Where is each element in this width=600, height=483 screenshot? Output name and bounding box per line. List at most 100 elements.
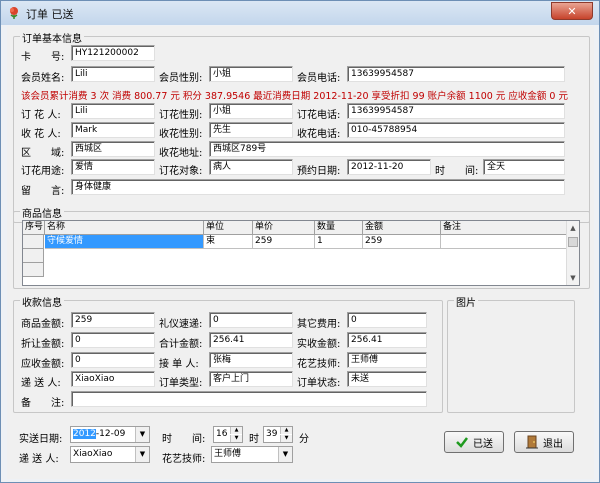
reserve-date-label: 预约日期: (297, 166, 341, 177)
member-gender-field[interactable]: 小姐 (209, 66, 293, 82)
reserve-time-label: 时 间: (435, 166, 479, 177)
card-no-field[interactable]: HY121200002 (71, 45, 155, 61)
payment-title: 收款信息 (20, 294, 64, 309)
order-type-field[interactable]: 客户上门 (209, 371, 293, 387)
receiver-gender-label: 收花性别: (159, 129, 203, 140)
row-header[interactable] (23, 249, 44, 263)
member-name-field[interactable]: Lili (71, 66, 155, 82)
flower-app-icon (10, 7, 18, 19)
sent-button[interactable]: 已送 (444, 431, 504, 453)
purpose-label: 订花用途: (21, 166, 65, 177)
orderer-phone-field[interactable]: 13639954587 (347, 103, 565, 119)
courier-field[interactable]: XiaoXiao (71, 371, 155, 387)
discount-field[interactable]: 0 (71, 332, 155, 348)
col-header-note[interactable]: 备注 (441, 221, 567, 235)
col-header-amount[interactable]: 金额 (363, 221, 441, 235)
col-header-unit[interactable]: 单位 (204, 221, 253, 235)
remark-field[interactable] (71, 391, 427, 407)
cell-name[interactable]: 守候爱情 (45, 235, 204, 249)
col-header-qty[interactable]: 数量 (315, 221, 363, 235)
row-header[interactable] (23, 235, 44, 249)
cell-note[interactable] (441, 235, 567, 249)
delivery-date-rest[interactable]: -12-09 (96, 429, 125, 439)
scroll-up-icon[interactable]: ▲ (567, 222, 579, 234)
picture-group: 图片 (447, 294, 575, 413)
spin-up-icon[interactable]: ▲ (230, 427, 242, 434)
card-label: 卡 号: (21, 52, 65, 63)
title-bar[interactable]: 订单 已送 ✕ (1, 1, 599, 25)
handler-field[interactable]: 张梅 (209, 352, 293, 368)
chevron-down-icon[interactable]: ▼ (278, 447, 292, 462)
receiver-field[interactable]: Mark (71, 122, 155, 138)
received-field[interactable]: 256.41 (347, 332, 427, 348)
receiver-phone-field[interactable]: 010-45788954 (347, 122, 565, 138)
cell-price[interactable]: 259 (253, 235, 315, 249)
florist-field[interactable]: 王师傅 (347, 352, 427, 368)
orderer-gender-field[interactable]: 小姐 (209, 103, 293, 119)
spin-up-icon[interactable]: ▲ (280, 427, 292, 434)
col-header-name[interactable]: 名称 (45, 221, 204, 235)
courier-label: 递 送 人: (21, 378, 61, 389)
orderer-phone-label: 订花电话: (297, 110, 341, 121)
total-label: 合计金额: (159, 339, 203, 350)
delivery-courier-select[interactable]: XiaoXiao ▼ (70, 446, 150, 463)
minute-value[interactable]: 39 (266, 429, 277, 439)
goods-grid[interactable]: 序号 名称 单位 单价 数量 金额 备注 守候爱情 束 259 1 259 ▲ … (22, 220, 580, 286)
member-name-label: 会员姓名: (21, 73, 65, 84)
address-label: 收花地址: (159, 148, 203, 159)
delivery-florist-select[interactable]: 王师傅 ▼ (211, 446, 293, 463)
goods-amount-label: 商品金额: (21, 319, 65, 330)
spin-down-icon[interactable]: ▼ (280, 435, 292, 442)
hour-value[interactable]: 16 (216, 429, 227, 439)
close-button[interactable]: ✕ (551, 2, 593, 20)
client-area: 订单基本信息 卡 号: HY121200002 会员姓名: Lili 会员性别:… (7, 26, 594, 479)
spin-down-icon[interactable]: ▼ (230, 435, 242, 442)
delivery-courier-label: 递 送 人: (19, 454, 59, 465)
chevron-down-icon[interactable]: ▼ (135, 447, 149, 462)
col-header-index[interactable]: 序号 (23, 221, 45, 235)
delivery-date-year[interactable]: 2012 (73, 429, 96, 439)
other-fee-field[interactable]: 0 (347, 312, 427, 328)
address-field[interactable]: 西城区789号 (209, 141, 565, 157)
delivery-florist-label: 花艺技师: (162, 454, 206, 465)
orderer-label: 订 花 人: (21, 110, 61, 121)
close-icon: ✕ (567, 4, 577, 18)
received-label: 实收金额: (297, 339, 341, 350)
member-summary-notice: 该会员累计消费 3 次 消费 800.77 元 积分 387.9546 最近消费… (21, 91, 568, 102)
gift-fee-field[interactable]: 0 (209, 312, 293, 328)
cell-amount[interactable]: 259 (363, 235, 441, 249)
minute-spinner[interactable]: 39 ▲ ▼ (263, 426, 293, 443)
member-phone-field[interactable]: 13639954587 (347, 66, 565, 82)
hour-spinner[interactable]: 16 ▲ ▼ (213, 426, 243, 443)
orderer-field[interactable]: Lili (71, 103, 155, 119)
reserve-time-field[interactable]: 全天 (483, 159, 565, 175)
cell-qty[interactable]: 1 (315, 235, 363, 249)
exit-button[interactable]: 退出 (514, 431, 574, 453)
reserve-date-field[interactable]: 2012-11-20 (347, 159, 431, 175)
purpose-field[interactable]: 爱情 (71, 159, 155, 175)
message-field[interactable]: 身体健康 (71, 179, 565, 195)
basic-info-title: 订单基本信息 (20, 30, 84, 45)
col-header-price[interactable]: 单价 (253, 221, 315, 235)
receiver-gender-field[interactable]: 先生 (209, 122, 293, 138)
goods-scrollbar[interactable]: ▲ ▼ (566, 221, 579, 285)
district-field[interactable]: 西城区 (71, 141, 155, 157)
receivable-field[interactable]: 0 (71, 352, 155, 368)
chevron-down-icon[interactable]: ▼ (135, 427, 149, 442)
scroll-down-icon[interactable]: ▼ (567, 272, 579, 284)
delivery-date-picker[interactable]: 2012-12-09 ▼ (70, 426, 150, 443)
message-label: 留 言: (21, 186, 65, 197)
order-status-label: 订单状态: (297, 378, 341, 389)
other-fee-label: 其它费用: (297, 319, 341, 330)
checkmark-icon (456, 437, 468, 448)
row-header[interactable] (23, 263, 44, 277)
total-field[interactable]: 256.41 (209, 332, 293, 348)
scroll-thumb[interactable] (568, 237, 578, 247)
goods-amount-field[interactable]: 259 (71, 312, 155, 328)
receiver-phone-label: 收花电话: (297, 129, 341, 140)
target-field[interactable]: 病人 (209, 159, 293, 175)
cell-unit[interactable]: 束 (204, 235, 253, 249)
order-status-field[interactable]: 未送 (347, 371, 427, 387)
remark-label: 备 注: (21, 398, 65, 409)
handler-label: 接 单 人: (159, 359, 199, 370)
